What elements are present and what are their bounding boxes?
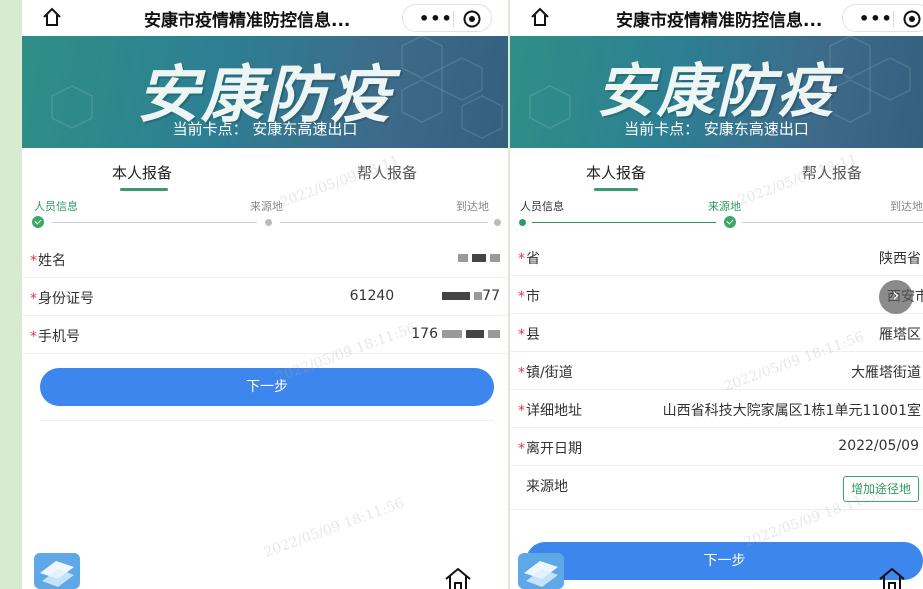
step-line [52,222,257,223]
id-number-value: 61240 77 [349,288,500,304]
id-number-field[interactable]: *身份证号 61240 77 [22,278,508,316]
leave-date-value: 2022/05/09 [838,438,919,454]
capsule-divider [453,11,454,27]
mini-program-topbar: 安康市疫情精准防控信息... ••• [510,0,923,36]
home-icon[interactable] [877,566,907,589]
home-icon[interactable] [443,566,473,589]
street-field[interactable]: *镇/街道 大雁塔街道 [510,352,923,390]
province-value: 陕西省 [879,251,921,267]
home-outline-icon[interactable] [528,5,552,29]
step-destination: 到达地 [890,200,923,213]
close-target-icon[interactable] [902,9,922,29]
name-value [454,250,500,266]
step-line [742,222,923,223]
more-icon[interactable]: ••• [419,9,453,28]
phone-value: 176 [411,326,500,342]
home-outline-icon[interactable] [40,5,64,29]
address-field[interactable]: *详细地址 山西省科技大院家属区1栋1单元11001室 [510,390,923,428]
left-phone-screen: 安康市疫情精准防控信息... ••• 安康防疫 当前卡点： 安康东高速出口 本人… [22,0,508,589]
banner: 安康防疫 当前卡点： 安康东高速出口 [22,36,508,148]
tab-self-report[interactable]: 本人报备 [586,162,646,183]
screenshot-stage: 安康市疫情精准防控信息... ••• 安康防疫 当前卡点： 安康东高速出口 本人… [0,0,923,589]
province-field[interactable]: *省 陕西省 [510,238,923,276]
right-phone-screen: 安康市疫情精准防控信息... ••• 安康防疫 当前卡点： 安康东高速出口 本人… [510,0,923,589]
city-label: *市 [518,289,540,305]
mini-program-topbar: 安康市疫情精准防控信息... ••• [22,0,508,36]
capsule-menu: ••• [402,4,492,32]
phone-label: *手机号 [30,329,80,345]
next-step-button[interactable]: 下一步 [526,542,923,580]
step-origin: 来源地 [708,200,741,213]
step-dot [265,219,272,226]
watermark: 2022/05/09 18:11:56 [261,495,407,561]
leave-date-field[interactable]: *离开日期 2022/05/09 [510,428,923,466]
checkpoint-text: 当前卡点： 安康东高速出口 [172,120,358,138]
report-tabs: 本人报备 帮人报备 [22,150,508,194]
chevron-right-icon[interactable]: › [879,280,913,314]
county-value: 雁塔区 [879,327,921,343]
tab-self-report[interactable]: 本人报备 [112,162,172,183]
active-tab-indicator [594,188,638,191]
step-line [532,222,716,223]
county-field[interactable]: *县 雁塔区 [510,314,923,352]
page-title: 安康市疫情精准防控信息... [144,11,351,31]
progress-steps: 人员信息 来源地 到达地 [510,196,923,236]
capsule-divider [893,11,894,27]
capsule-menu: ••• [842,4,923,32]
tab-help-report[interactable]: 帮人报备 [802,162,862,183]
add-waypoint-button[interactable]: 增加途径地 [842,476,919,502]
step-complete-check-icon [32,216,44,228]
name-label: *姓名 [30,253,66,269]
step-dot [494,219,501,226]
street-label: *镇/街道 [518,365,573,381]
step-personal-info: 人员信息 [34,200,78,213]
id-number-label: *身份证号 [30,291,94,307]
report-tabs: 本人报备 帮人报备 [510,150,923,194]
phone-field[interactable]: *手机号 176 [22,316,508,354]
divider [40,420,494,421]
banner: 安康防疫 当前卡点： 安康东高速出口 [510,36,923,148]
city-field[interactable]: *市 西安市 › [510,276,923,314]
step-personal-info: 人员信息 [520,200,564,213]
tab-help-report[interactable]: 帮人报备 [357,162,417,183]
next-step-button[interactable]: 下一步 [40,368,494,406]
more-icon[interactable]: ••• [859,9,893,28]
close-target-icon[interactable] [462,9,482,29]
step-current-check-icon [724,216,736,228]
app-logo-icon[interactable] [34,553,80,589]
step-origin: 来源地 [250,200,283,213]
province-label: *省 [518,251,540,267]
step-line [280,222,488,223]
street-value: 大雁塔街道 [851,365,921,381]
step-destination: 到达地 [456,200,489,213]
page-title: 安康市疫情精准防控信息... [616,11,823,31]
app-logo-icon[interactable] [518,553,564,589]
banner-heading: 安康防疫 [596,57,837,125]
county-label: *县 [518,327,540,343]
name-field[interactable]: *姓名 [22,240,508,278]
progress-steps: 人员信息 来源地 到达地 [22,196,508,236]
active-tab-indicator [120,188,168,191]
address-value: 山西省科技大院家属区1栋1单元11001室 [662,403,921,419]
background-strip [0,0,22,589]
origin-label: 来源地 [526,479,568,495]
checkpoint-text: 当前卡点： 安康东高速出口 [624,120,809,138]
address-label: *详细地址 [518,403,582,419]
origin-row: 来源地 增加途径地 [510,466,923,510]
step-dot [519,219,526,226]
leave-date-label: *离开日期 [518,441,582,457]
